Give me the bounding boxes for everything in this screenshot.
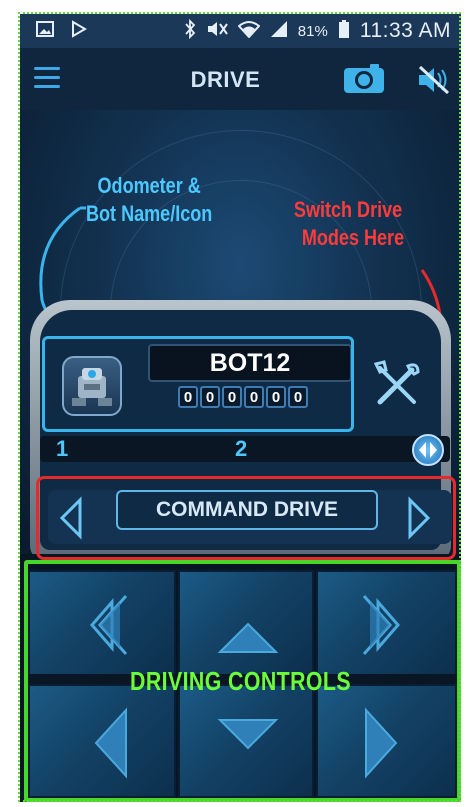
gear-one-label: 1 [56, 436, 69, 461]
camera-icon[interactable] [343, 62, 385, 94]
mute-icon [206, 20, 228, 43]
wifi-icon [237, 20, 261, 43]
drive-mode-highlight-box [36, 476, 456, 560]
clock: 11:33 AM [359, 19, 451, 42]
sound-muted-icon[interactable] [416, 64, 452, 96]
settings-tools-icon[interactable] [372, 358, 424, 410]
app-bar: DRIVE [20, 48, 461, 110]
bluetooth-icon [184, 18, 196, 44]
app-screen: 81% 11:33 AM DRIVE Odometer & Bot Name/I… [20, 14, 461, 802]
screenshot-frame: 81% 11:33 AM DRIVE Odometer & Bot Name/I… [0, 0, 475, 807]
play-store-icon [70, 19, 88, 43]
switch-mode-annotation: Switch Drive Modes Here [293, 197, 405, 250]
odometer-annotation: Odometer & Bot Name/Icon [86, 173, 213, 226]
battery-icon [338, 19, 350, 44]
battery-percent: 81% [297, 22, 328, 40]
gear-toggle-button[interactable] [412, 434, 444, 466]
gear-two-label: 2 [235, 436, 248, 461]
status-bar: 81% 11:33 AM [20, 14, 461, 48]
signal-icon [270, 20, 288, 43]
gallery-icon [36, 20, 54, 43]
odometer-highlight-box [42, 336, 354, 432]
driving-controls-annotation: DRIVING CONTROLS [130, 666, 351, 696]
